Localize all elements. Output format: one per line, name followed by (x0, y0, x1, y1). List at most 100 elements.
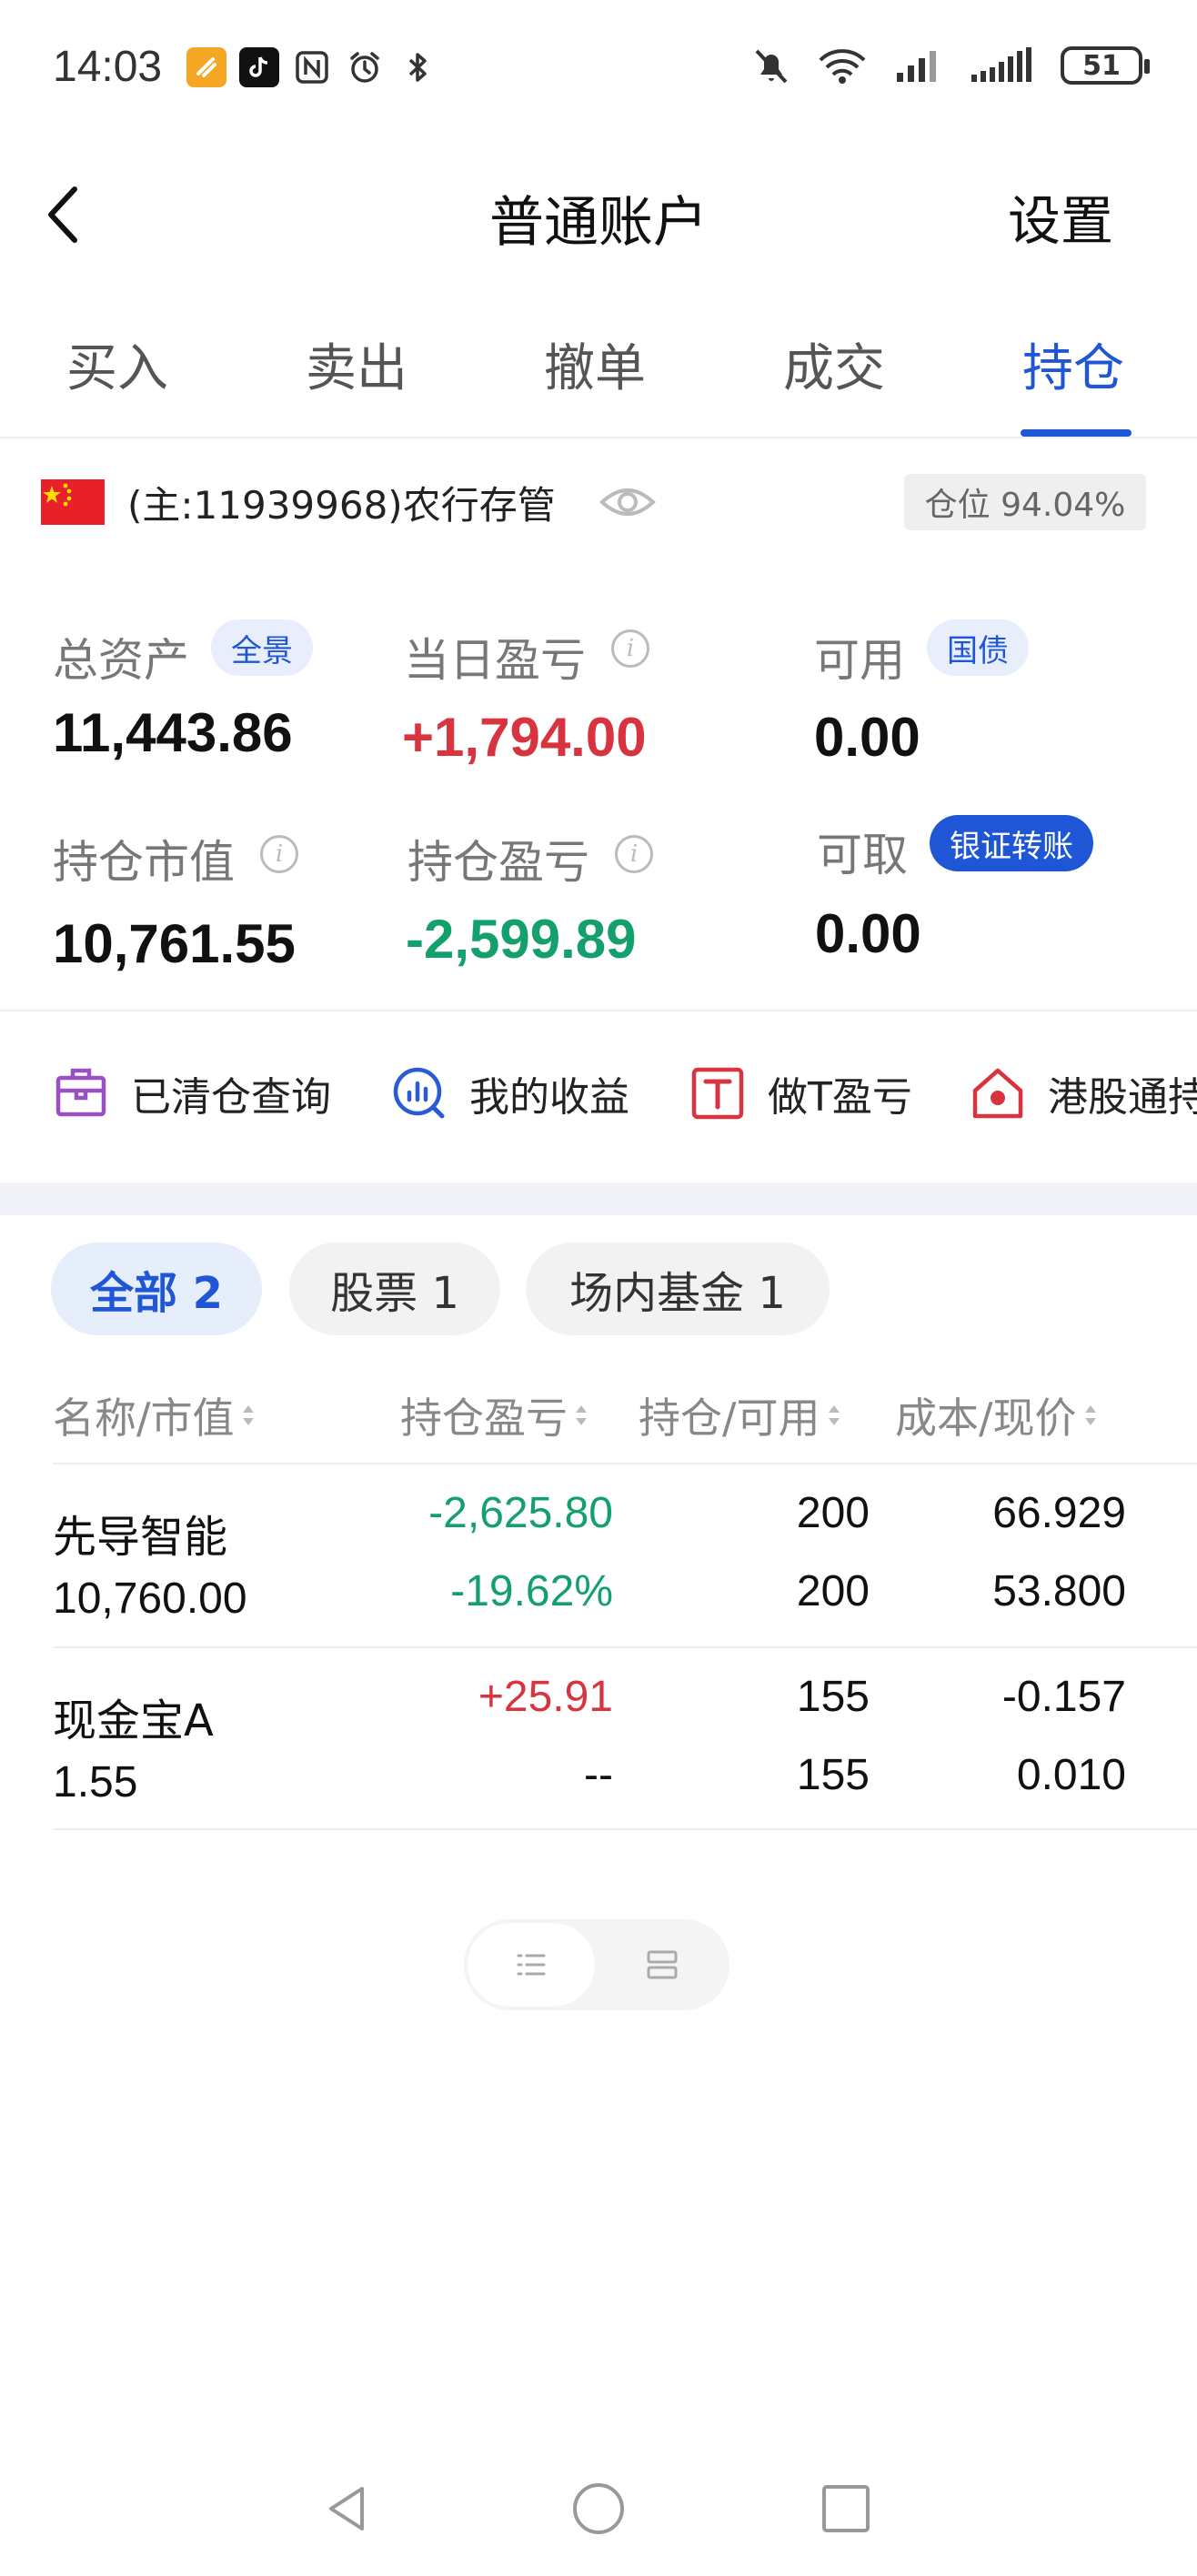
column-header-cost[interactable]: 成本/现价 (895, 1385, 1099, 1445)
stock-cost: 66.929 (992, 1489, 1126, 1537)
account-selector[interactable]: (主:11939968)农行存管 (127, 475, 556, 530)
square-recents-icon (822, 2485, 870, 2532)
circle-home-icon (573, 2483, 624, 2534)
filter-funds[interactable]: 场内基金 1 (526, 1243, 830, 1335)
bank-transfer-button[interactable]: 银证转账 (930, 815, 1093, 871)
position-pnl-label: 持仓盈亏 (407, 836, 589, 889)
tab-deals[interactable]: 成交 (783, 327, 885, 401)
view-toggle (464, 1919, 729, 2010)
withdrawable-label: 可取 (817, 829, 908, 881)
triangle-back-icon (329, 2487, 364, 2531)
tab-positions[interactable]: 持仓 (1022, 327, 1124, 401)
hk-house-icon (972, 1068, 1023, 1119)
quick-link-label: 已清仓查询 (131, 1074, 331, 1121)
stock-pnl-pct: -19.62% (450, 1567, 613, 1615)
divider (0, 437, 1197, 438)
quick-link-label: 港股通持 (1048, 1074, 1197, 1121)
status-system-icons: 51 (751, 45, 1150, 86)
list-icon (517, 1954, 546, 1976)
mute-icon (755, 49, 788, 84)
stock-pnl: +25.91 (478, 1673, 613, 1721)
daily-pnl-label: 当日盈亏 (404, 634, 586, 687)
list-view-button[interactable] (468, 1923, 595, 2007)
stock-market-value: 10,760.00 (53, 1575, 247, 1623)
nav-home-button[interactable] (571, 2481, 626, 2536)
column-header-name[interactable]: 名称/市值 (53, 1385, 256, 1445)
wifi-icon (819, 49, 866, 84)
quick-link-label: 做T盈亏 (768, 1074, 912, 1121)
total-assets-label: 总资产 (53, 634, 189, 687)
card-view-button[interactable] (598, 1923, 726, 2007)
stock-holding: 200 (796, 1489, 870, 1537)
signal-icon (897, 51, 936, 82)
position-pnl-value: -2,599.89 (406, 909, 637, 970)
battery-icon: 51 (1061, 46, 1150, 85)
eye-icon[interactable] (598, 477, 657, 528)
tab-cancel[interactable]: 撤单 (544, 327, 646, 401)
status-time: 14:03 (53, 43, 163, 91)
available-value: 0.00 (814, 707, 920, 768)
card-view-icon (647, 1950, 678, 1979)
table-row[interactable]: 先导智能 10,760.00 -2,625.80 -19.62% 200 200… (0, 1464, 1197, 1646)
stock-pnl-pct: -- (584, 1751, 613, 1799)
stock-name: 先导智能 (53, 1512, 228, 1563)
briefcase-icon (55, 1068, 106, 1117)
sort-icon (828, 1405, 840, 1425)
status-bar: 14:03 51 (0, 0, 1197, 146)
nav-recents-button[interactable] (819, 2481, 873, 2536)
stock-cost: -0.157 (1001, 1673, 1126, 1721)
nav-back-button[interactable] (320, 2481, 375, 2536)
t-box-icon (691, 1067, 744, 1120)
tab-active-indicator (1021, 429, 1132, 437)
nfc-icon (292, 47, 332, 87)
stock-price: 53.800 (992, 1567, 1126, 1615)
filter-all[interactable]: 全部 2 (51, 1243, 262, 1335)
withdrawable-value: 0.00 (815, 903, 921, 964)
my-earnings-link[interactable]: 我的收益 (391, 1064, 629, 1122)
bluetooth-icon (397, 47, 438, 87)
filter-stocks[interactable]: 股票 1 (289, 1243, 500, 1335)
stock-price: 0.010 (1016, 1751, 1126, 1799)
settings-button[interactable]: 设置 (1008, 178, 1113, 255)
status-app-icons (186, 47, 438, 87)
section-separator (0, 1182, 1197, 1215)
chart-search-icon (393, 1067, 445, 1119)
info-icon[interactable]: i (611, 629, 649, 668)
quick-link-label: 我的收益 (469, 1074, 629, 1121)
app-notification-icon (186, 47, 226, 87)
china-flag-icon (41, 479, 105, 525)
available-label: 可用 (814, 634, 905, 687)
stock-name: 现金宝A (53, 1696, 214, 1746)
tab-buy[interactable]: 买入 (66, 327, 168, 401)
stock-market-value: 1.55 (53, 1758, 138, 1806)
t-trading-pnl-link[interactable]: 做T盈亏 (689, 1064, 912, 1122)
market-value-value: 10,761.55 (53, 913, 296, 974)
tab-sell[interactable]: 卖出 (306, 327, 407, 401)
divider (53, 1828, 1197, 1830)
cleared-positions-link[interactable]: 已清仓查询 (53, 1064, 331, 1122)
tiktok-icon (239, 47, 279, 87)
stock-available: 155 (796, 1751, 870, 1799)
total-assets-value: 11,443.86 (53, 702, 293, 763)
signal-icon-2 (971, 47, 1031, 82)
hk-connect-link[interactable]: 港股通持 (970, 1064, 1197, 1122)
table-row[interactable]: 现金宝A 1.55 +25.91 -- 155 155 -0.157 0.010 (0, 1648, 1197, 1830)
panorama-button[interactable]: 全景 (211, 619, 313, 676)
treasury-button[interactable]: 国债 (927, 619, 1029, 676)
column-header-pnl[interactable]: 持仓盈亏 (400, 1385, 589, 1445)
daily-pnl-value: +1,794.00 (402, 707, 647, 768)
trade-tabs: 买入 卖出 撤单 成交 持仓 (0, 327, 1197, 437)
divider (0, 1010, 1197, 1011)
stock-available: 200 (796, 1567, 870, 1615)
position-ratio-badge: 仓位 94.04% (904, 474, 1146, 530)
alarm-icon (345, 47, 385, 87)
info-icon[interactable]: i (260, 835, 298, 873)
sort-icon (1084, 1405, 1096, 1425)
market-value-label: 持仓市值 (53, 836, 235, 889)
sort-icon (576, 1405, 587, 1425)
stock-pnl: -2,625.80 (428, 1489, 613, 1537)
stock-holding: 155 (796, 1673, 870, 1721)
sort-icon (242, 1405, 254, 1425)
info-icon[interactable]: i (615, 835, 653, 873)
column-header-holding[interactable]: 持仓/可用 (639, 1385, 842, 1445)
